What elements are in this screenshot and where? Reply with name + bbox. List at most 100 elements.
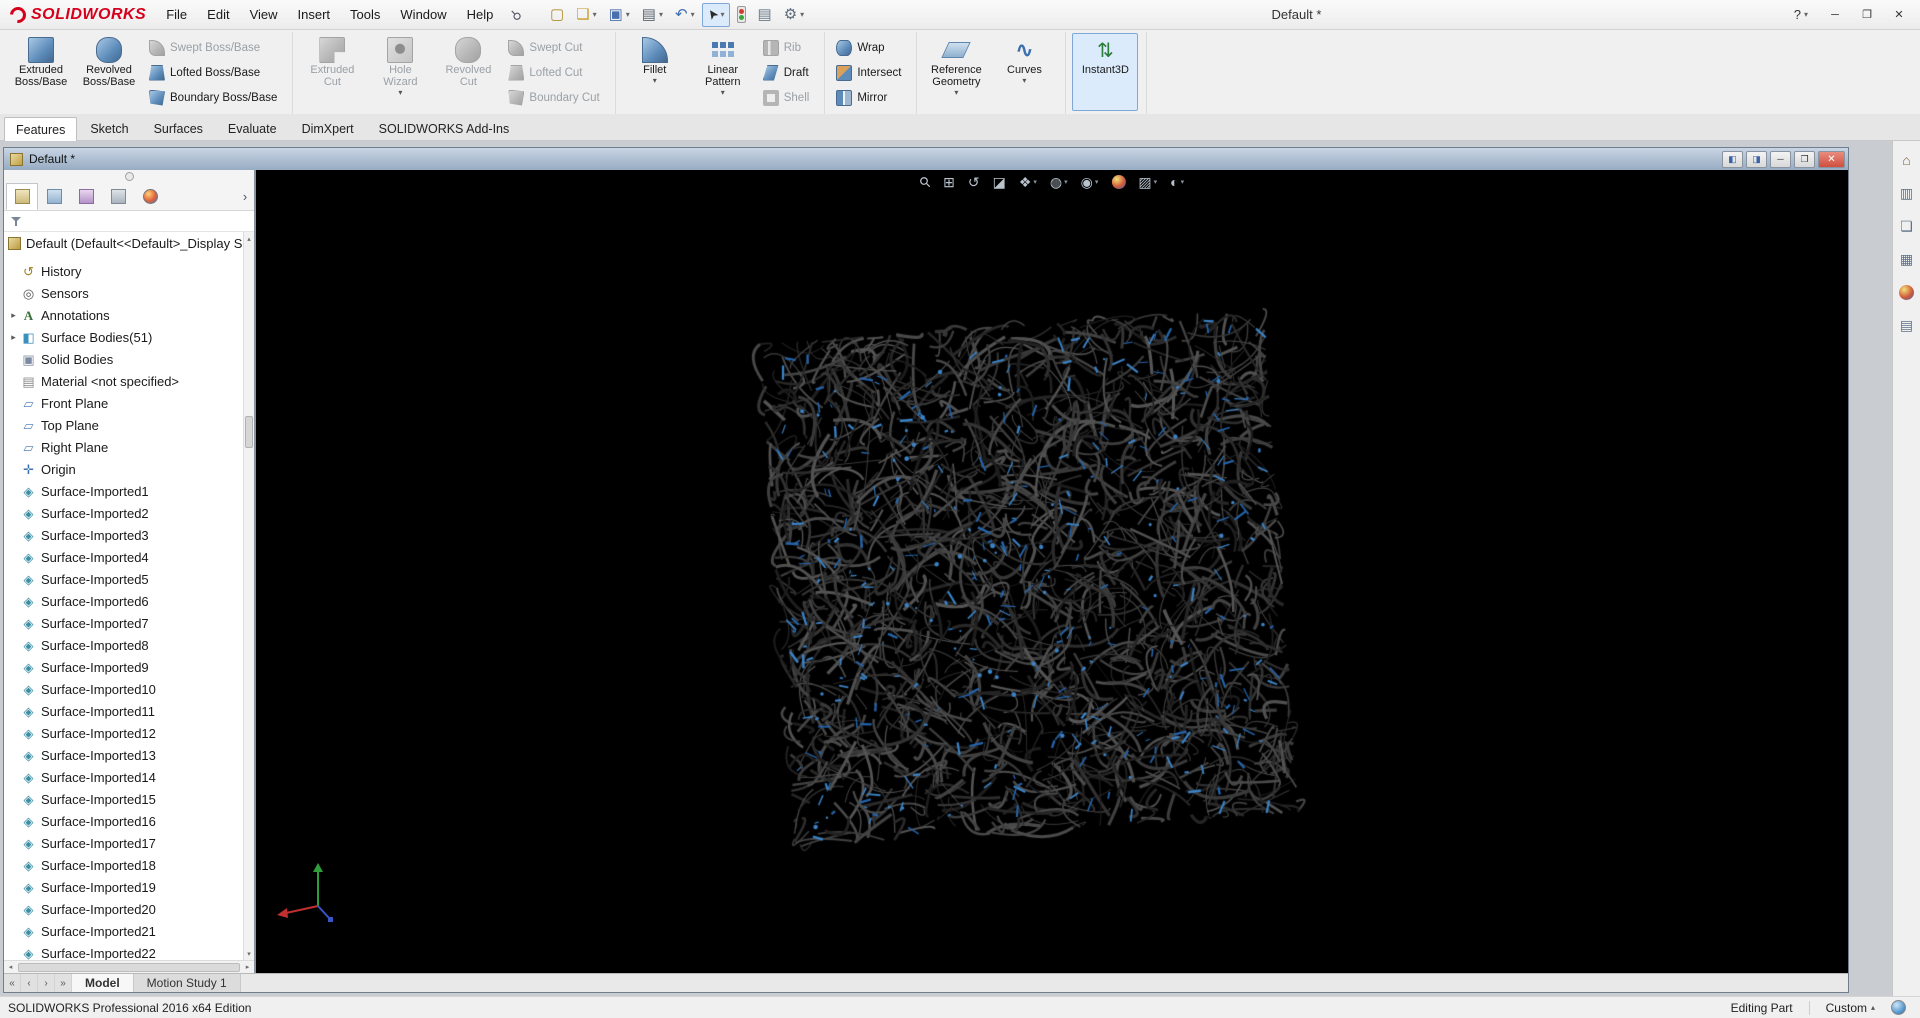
doc-restore-button[interactable]: ❐ — [1794, 150, 1815, 168]
flyout-arrow-icon[interactable]: ▾ — [653, 77, 657, 85]
quick-tips-icon[interactable] — [1891, 1000, 1906, 1015]
undo-button[interactable]: ↶ ▾ — [670, 3, 700, 27]
pin-icon[interactable]: ⚲ — [507, 5, 525, 23]
tree-item[interactable]: ▸ Material <not specified> — [4, 370, 243, 392]
rib-button[interactable]: Rib — [758, 35, 819, 60]
custom-properties-button[interactable]: ▤ — [1896, 314, 1918, 336]
boundary-cut-button[interactable]: Boundary Cut — [503, 85, 608, 110]
app-restore-button[interactable]: ❐ — [1852, 4, 1882, 26]
dropdown-arrow-icon[interactable]: ▾ — [800, 10, 804, 19]
tree-item[interactable]: ▸ Surface-Imported22 — [4, 942, 243, 961]
scrollbar-thumb[interactable] — [18, 962, 240, 972]
flyout-arrow-icon[interactable]: ▾ — [398, 89, 402, 97]
model-canvas[interactable] — [256, 170, 1848, 973]
tab-sketch[interactable]: Sketch — [78, 116, 140, 140]
expand-arrow-icon[interactable]: ▸ — [7, 332, 20, 343]
tree-item[interactable]: ▸ Annotations — [4, 304, 243, 326]
options-button[interactable]: ⚙ ▾ — [779, 3, 809, 27]
rebuild-button[interactable]: ▾ — [732, 3, 751, 27]
curves-button[interactable]: Curves ▾ — [991, 33, 1057, 111]
menu-item[interactable]: Window — [390, 2, 456, 27]
tree-item[interactable]: ▸ Surface-Imported7 — [4, 612, 243, 634]
display-style-button[interactable]: ◍ ▾ — [1047, 173, 1071, 191]
scroll-down-icon[interactable]: ▾ — [244, 947, 254, 960]
select-button[interactable]: ➤ ▾ — [701, 2, 730, 27]
tab-scroll-first-button[interactable]: « — [4, 974, 21, 992]
tab-scroll-prev-button[interactable]: ‹ — [21, 974, 38, 992]
intersect-button[interactable]: Intersect — [831, 60, 910, 85]
tree-item[interactable]: ▸ Sensors — [4, 282, 243, 304]
extruded-cut-button[interactable]: Extruded Cut ▾ — [299, 33, 365, 111]
menu-item[interactable]: File — [156, 2, 197, 27]
apply-scene-button[interactable]: ▨ ▾ — [1135, 173, 1160, 191]
appearances-scenes-button[interactable] — [1896, 281, 1918, 303]
tree-item[interactable]: ▸ Front Plane — [4, 392, 243, 414]
app-close-button[interactable]: ✕ — [1884, 4, 1914, 26]
dropdown-arrow-icon[interactable]: ▾ — [1064, 178, 1068, 186]
mirror-button[interactable]: Mirror — [831, 85, 910, 110]
flyout-arrow-icon[interactable]: ▾ — [1022, 77, 1026, 85]
motion-study-tab[interactable]: Motion Study 1 — [133, 974, 241, 992]
hole-wizard-button[interactable]: Hole Wizard ▾ — [367, 33, 433, 111]
tree-item[interactable]: ▸ Surface-Imported5 — [4, 568, 243, 590]
dimxpertmanager-tab[interactable] — [102, 183, 134, 210]
section-view-button[interactable]: ◪ ▾ — [990, 173, 1009, 191]
featuremanager-tab[interactable] — [6, 183, 38, 210]
tree-item[interactable]: ▸ Surface-Imported19 — [4, 876, 243, 898]
dropdown-arrow-icon[interactable]: ▾ — [1154, 178, 1158, 186]
design-library-button[interactable]: ▥ — [1896, 182, 1918, 204]
dropdown-arrow-icon[interactable]: ▾ — [691, 10, 695, 19]
tab-evaluate[interactable]: Evaluate — [216, 116, 289, 140]
view-palette-button[interactable]: ▦ — [1896, 248, 1918, 270]
extruded-boss-base-button[interactable]: Extruded Boss/Base ▾ — [8, 33, 74, 111]
tree-item[interactable]: ▸ Surface-Imported9 — [4, 656, 243, 678]
dropdown-arrow-icon[interactable]: ▾ — [1095, 178, 1099, 186]
tree-item[interactable]: ▸ Top Plane — [4, 414, 243, 436]
solidworks-resources-button[interactable]: ⌂ — [1896, 149, 1918, 171]
tree-vertical-scrollbar[interactable]: ▴ ▾ — [243, 232, 254, 960]
hide-show-items-button[interactable]: ◉ ▾ — [1078, 173, 1102, 191]
dropdown-arrow-icon[interactable]: ▾ — [659, 10, 663, 19]
tab-surfaces[interactable]: Surfaces — [142, 116, 215, 140]
unit-system-selector[interactable]: Custom ▴ — [1826, 1001, 1875, 1015]
doc-close-button[interactable]: ✕ — [1818, 150, 1845, 168]
menu-item[interactable]: Insert — [288, 2, 341, 27]
instant3d-button[interactable]: Instant3D ▾ — [1072, 33, 1139, 111]
displaymanager-tab[interactable] — [134, 183, 166, 210]
app-minimize-button[interactable]: ─ — [1820, 4, 1850, 26]
flyout-arrow-icon[interactable]: ▾ — [721, 89, 725, 97]
propertymanager-tab[interactable] — [38, 183, 70, 210]
tree-item[interactable]: ▸ Origin — [4, 458, 243, 480]
tab-scroll-next-button[interactable]: › — [38, 974, 55, 992]
tree-item[interactable]: ▸ Surface-Imported14 — [4, 766, 243, 788]
view-orientation-button[interactable]: ❖ ▾ — [1016, 173, 1040, 191]
tree-filter-row[interactable] — [4, 211, 254, 232]
swept-boss-base-button[interactable]: Swept Boss/Base — [144, 35, 286, 60]
menu-item[interactable]: Tools — [340, 2, 390, 27]
fillet-button[interactable]: Fillet ▾ — [622, 33, 688, 111]
tab-scroll-last-button[interactable]: » — [55, 974, 72, 992]
tree-item[interactable]: ▸ Surface-Imported10 — [4, 678, 243, 700]
tab-dimxpert[interactable]: DimXpert — [290, 116, 366, 140]
dropdown-arrow-icon[interactable]: ▾ — [1181, 178, 1185, 186]
tree-horizontal-scrollbar[interactable]: ◂ ▸ — [4, 960, 254, 973]
scroll-up-icon[interactable]: ▴ — [244, 232, 254, 245]
doc-minimize-button[interactable]: ─ — [1770, 150, 1791, 168]
shell-button[interactable]: Shell — [758, 85, 819, 110]
flyout-arrow-icon[interactable]: ▾ — [954, 89, 958, 97]
doc-pane-right-button[interactable]: ◨ — [1746, 150, 1767, 168]
file-properties-button[interactable]: ▤ ▾ — [753, 3, 777, 27]
scrollbar-thumb[interactable] — [245, 416, 253, 448]
tree-item[interactable]: ▸ Surface Bodies(51) — [4, 326, 243, 348]
tab-solidworks-add-ins[interactable]: SOLIDWORKS Add-Ins — [367, 116, 522, 140]
tree-item[interactable]: ▸ Surface-Imported3 — [4, 524, 243, 546]
dropdown-arrow-icon[interactable]: ▾ — [1033, 178, 1037, 186]
tree-item[interactable]: ▸ Surface-Imported18 — [4, 854, 243, 876]
dropdown-arrow-icon[interactable]: ▾ — [593, 10, 597, 19]
tree-item[interactable]: ▸ Surface-Imported21 — [4, 920, 243, 942]
help-button[interactable]: ? ▾ — [1784, 7, 1818, 22]
tree-item[interactable]: ▸ History — [4, 260, 243, 282]
print-button[interactable]: ▤ ▾ — [637, 3, 668, 27]
swept-cut-button[interactable]: Swept Cut — [503, 35, 608, 60]
draft-button[interactable]: Draft — [758, 60, 819, 85]
